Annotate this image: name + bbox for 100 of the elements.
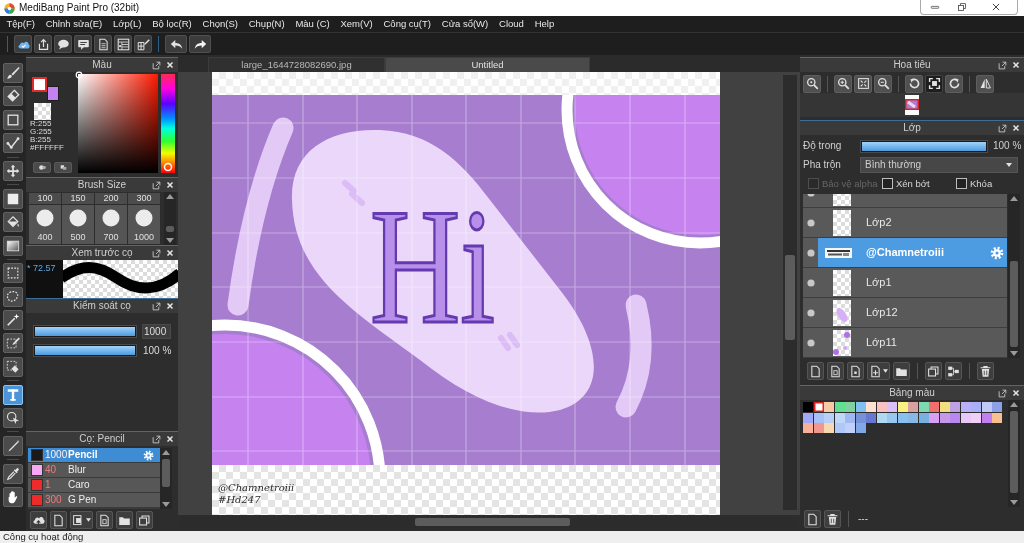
paint-bucket-tool-button[interactable] xyxy=(3,212,23,233)
zoom-reset-button[interactable] xyxy=(803,74,821,93)
zoom-out-button[interactable] xyxy=(874,74,892,93)
popout-icon[interactable] xyxy=(152,434,161,444)
brush-list-item[interactable]: 40 Blur xyxy=(28,463,160,478)
menu-item[interactable]: Chọn(S) xyxy=(197,16,244,32)
color-swatch[interactable] xyxy=(824,402,834,412)
visibility-dot-icon[interactable] xyxy=(806,248,815,257)
scroll-down-icon[interactable] xyxy=(162,502,170,507)
scrollbar[interactable] xyxy=(160,448,172,509)
menu-item[interactable]: Cửa sổ(W) xyxy=(436,16,494,32)
close-icon[interactable] xyxy=(1012,61,1020,69)
color-swatch[interactable] xyxy=(876,412,887,423)
brush-list-item[interactable]: 300 G Pen xyxy=(28,493,160,508)
magic-wand-tool-button[interactable] xyxy=(3,310,23,331)
scrollbar[interactable] xyxy=(1008,400,1020,507)
color-swatch[interactable] xyxy=(897,402,908,412)
scrollbar-thumb[interactable] xyxy=(785,255,795,340)
close-icon[interactable] xyxy=(166,249,174,257)
color-swatch[interactable] xyxy=(824,412,834,423)
gear-icon[interactable] xyxy=(143,449,154,461)
color-swatch[interactable] xyxy=(813,412,824,423)
table-button[interactable] xyxy=(114,35,132,53)
color-swatch[interactable] xyxy=(992,402,1002,412)
color-swatch[interactable] xyxy=(876,402,887,412)
square-outline-tool-button[interactable] xyxy=(3,109,23,130)
text-tool-button[interactable] xyxy=(3,384,23,405)
color-swatch[interactable] xyxy=(824,423,834,433)
new-layer-button[interactable] xyxy=(807,362,824,380)
scroll-up-icon[interactable] xyxy=(1010,196,1018,201)
visibility-dot-icon[interactable] xyxy=(806,218,815,227)
menu-item[interactable]: Chụp(N) xyxy=(243,16,290,32)
scrollbar-thumb[interactable] xyxy=(415,518,570,526)
brush-list-item[interactable]: 1 Caro xyxy=(28,478,160,493)
visibility-dot-icon[interactable] xyxy=(806,308,815,317)
scroll-down-icon[interactable] xyxy=(166,238,174,243)
color-swatch[interactable] xyxy=(981,402,992,412)
layer-row[interactable]: Lớp2 xyxy=(803,208,1007,238)
scrollbar[interactable] xyxy=(783,75,797,510)
brush-size-option[interactable]: 400 xyxy=(29,205,61,244)
cloud-button[interactable] xyxy=(14,35,32,53)
scrollbar-thumb[interactable] xyxy=(1010,411,1018,493)
menu-item[interactable]: Bộ lọc(R) xyxy=(146,16,198,32)
document-button[interactable] xyxy=(94,35,112,53)
color-swatch[interactable] xyxy=(866,402,876,412)
new-layer-button[interactable] xyxy=(827,362,844,380)
color-swatch[interactable] xyxy=(887,402,897,412)
circles-button[interactable] xyxy=(33,162,51,173)
brush-size-option[interactable]: 300 xyxy=(128,193,160,204)
color-swatch[interactable] xyxy=(981,412,992,423)
copy-brush-button[interactable] xyxy=(70,511,93,529)
color-swatch[interactable] xyxy=(918,412,929,423)
menu-item[interactable]: Chỉnh sửa(E) xyxy=(40,16,108,32)
color-swatch[interactable] xyxy=(845,412,855,423)
brush-size-option[interactable]: 100 xyxy=(29,193,61,204)
color-swatch[interactable] xyxy=(960,412,971,423)
document-tab[interactable]: Untitled xyxy=(385,57,590,72)
selection-pen-tool-button[interactable] xyxy=(3,333,23,354)
dashed-rectangle-tool-button[interactable] xyxy=(3,263,23,284)
color-swatch[interactable] xyxy=(929,412,939,423)
new-brush-button[interactable] xyxy=(50,511,67,529)
color-swatch[interactable] xyxy=(929,402,939,412)
merge-layer-button[interactable] xyxy=(945,362,962,380)
brush-size-option[interactable]: 500 xyxy=(62,205,94,244)
color-swatch[interactable] xyxy=(950,412,960,423)
visibility-dot-icon[interactable] xyxy=(806,278,815,287)
brush-list-item[interactable]: 1000Pencil xyxy=(28,448,160,463)
grid-edit-button[interactable] xyxy=(134,35,152,53)
new-layer-button[interactable] xyxy=(847,362,864,380)
brush-size-option[interactable]: 150 xyxy=(62,193,94,204)
delete-layer-button[interactable] xyxy=(977,362,994,380)
document-button[interactable] xyxy=(96,511,113,529)
menu-item[interactable]: Tệp(F) xyxy=(1,16,41,32)
scroll-down-icon[interactable] xyxy=(1010,500,1018,505)
color-swatch[interactable] xyxy=(813,402,824,412)
menu-item[interactable]: Màu (C) xyxy=(290,16,336,32)
color-swatch[interactable] xyxy=(918,402,929,412)
value-input-field[interactable]: 1000 xyxy=(142,324,171,339)
eraser-tool-button[interactable] xyxy=(3,86,23,107)
selection-eraser-tool-button[interactable] xyxy=(3,356,23,377)
flip-button[interactable] xyxy=(976,74,994,93)
scroll-up-icon[interactable] xyxy=(1010,402,1018,407)
close-icon[interactable] xyxy=(166,302,174,310)
color-swatch[interactable] xyxy=(834,423,845,433)
popout-icon[interactable] xyxy=(998,388,1007,398)
layer-row[interactable]: Lớp11 xyxy=(803,328,1007,358)
color-swatch[interactable] xyxy=(908,412,918,423)
share-button[interactable] xyxy=(34,35,52,53)
close-icon[interactable] xyxy=(166,181,174,189)
color-swatch[interactable] xyxy=(855,412,866,423)
color-swatch[interactable] xyxy=(939,412,950,423)
folder-button[interactable] xyxy=(893,362,910,380)
squares-button[interactable] xyxy=(54,162,72,173)
color-swatch[interactable] xyxy=(845,402,855,412)
color-swatch[interactable] xyxy=(855,423,866,433)
popout-icon[interactable] xyxy=(998,123,1007,133)
scrollbar[interactable] xyxy=(1008,194,1020,358)
rotate-left-button[interactable] xyxy=(905,74,923,93)
color-swatch[interactable] xyxy=(897,412,908,423)
color-swatch[interactable] xyxy=(845,423,855,433)
